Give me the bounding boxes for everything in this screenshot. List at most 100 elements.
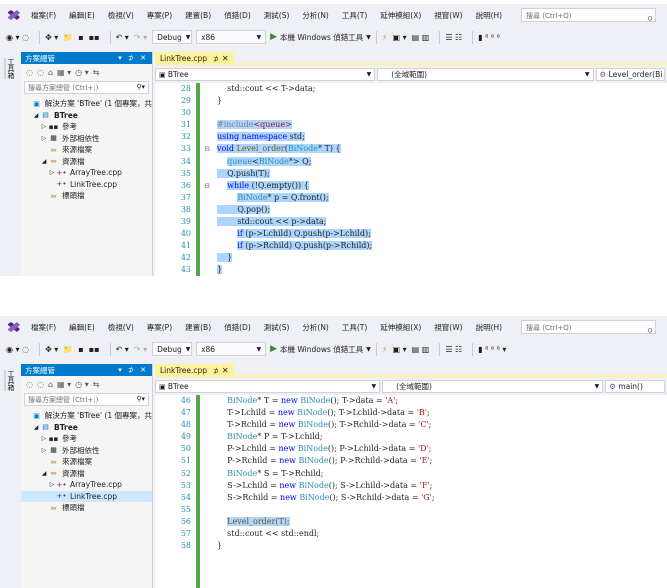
screenshot-icon[interactable]: ▣ ▾ bbox=[393, 345, 407, 354]
menu-item[interactable]: 編輯(E) bbox=[65, 322, 99, 333]
start-debugging-button[interactable]: ▶ 本機 Windows 偵錯工具 ▼ bbox=[270, 32, 371, 43]
member-dropdown[interactable]: ⚙ main() bbox=[605, 380, 665, 393]
tree-item[interactable]: +• LinkTree.cpp bbox=[21, 490, 152, 502]
close-icon[interactable]: ✕ bbox=[222, 54, 229, 63]
menu-item[interactable]: 專案(P) bbox=[143, 10, 176, 21]
save-icon[interactable]: ▪ bbox=[78, 33, 83, 42]
back-icon[interactable]: ◌ bbox=[26, 68, 33, 77]
menu-item[interactable]: 建置(B) bbox=[181, 10, 215, 21]
save-icon[interactable]: ▪ bbox=[78, 345, 83, 354]
home-icon[interactable]: ⌂ bbox=[48, 380, 53, 389]
layout-icon[interactable]: ▤ ▥ bbox=[412, 33, 430, 42]
menu-item[interactable]: 分析(N) bbox=[298, 322, 332, 333]
tree-item[interactable]: ◢ ▬ 資源檔 bbox=[21, 156, 152, 168]
new-project-icon[interactable]: ✥ ▾ bbox=[45, 33, 58, 42]
panel-controls[interactable]: ▾ ⊅ ✕ bbox=[118, 54, 148, 62]
tree-item[interactable]: ▷ +• ArrayTree.cpp bbox=[21, 479, 152, 491]
menu-item[interactable]: 工具(T) bbox=[338, 322, 371, 333]
new-project-icon[interactable]: ✥ ▾ bbox=[45, 345, 58, 354]
screenshot-icon[interactable]: ▣ ▾ bbox=[393, 33, 407, 42]
save-all-icon[interactable]: ▪▪ bbox=[89, 33, 100, 42]
tree-item[interactable]: +• LinkTree.cpp bbox=[21, 179, 152, 191]
redo-icon[interactable]: ↷ ▾ bbox=[134, 33, 147, 42]
switch-views-icon[interactable]: ▦ ▾ bbox=[57, 68, 71, 77]
navigate-back-icon[interactable]: ◉ ▾ ◌ bbox=[6, 345, 29, 354]
menu-item[interactable]: 工具(T) bbox=[338, 10, 371, 21]
collapsed-arrow-icon[interactable]: ▷ bbox=[40, 123, 48, 130]
sync-icon[interactable]: ⇆ bbox=[93, 380, 100, 389]
pending-changes-icon[interactable]: ◷ ▾ bbox=[75, 380, 89, 389]
menu-item[interactable]: 分析(N) bbox=[298, 10, 332, 21]
collapsed-arrow-icon[interactable]: ▷ bbox=[40, 435, 48, 442]
tree-item[interactable]: ▷ ▦ 外部相依性 bbox=[21, 133, 152, 145]
comment-icon[interactable]: ☰ ☷ bbox=[445, 345, 462, 354]
menu-item[interactable]: 視窗(W) bbox=[430, 10, 466, 21]
tree-item[interactable]: ◢ ▤ BTree bbox=[21, 110, 152, 122]
menu-item[interactable]: 延伸模組(X) bbox=[376, 322, 425, 333]
menu-item[interactable]: 檢視(V) bbox=[104, 322, 138, 333]
pin-icon[interactable]: ⊅ bbox=[213, 55, 219, 63]
tree-item[interactable]: ◢ ▤ BTree bbox=[21, 422, 152, 434]
code-editor[interactable]: 2829303132333435363738394041424344 ⊟⊟ st… bbox=[155, 83, 667, 276]
code-editor[interactable]: 46 47 48 49 50 51 52 53 54 55 56 57 58 BiNode* T = n… bbox=[155, 395, 667, 588]
configuration-dropdown[interactable]: Debug ▼ bbox=[152, 342, 193, 356]
tree-item[interactable]: ▬ 來源檔案 bbox=[21, 144, 152, 156]
tree-item[interactable]: ▷ ▪▪ 參考 bbox=[21, 433, 152, 445]
tab-linktree-cpp[interactable]: LinkTree.cpp ⊅ ✕ bbox=[155, 52, 234, 65]
collapsed-arrow-icon[interactable]: ▷ bbox=[48, 169, 56, 176]
close-icon[interactable]: ✕ bbox=[222, 366, 229, 375]
pending-changes-icon[interactable]: ◷ ▾ bbox=[75, 68, 89, 77]
tree-item[interactable]: ▷ +• ArrayTree.cpp bbox=[21, 167, 152, 179]
project-dropdown[interactable]: ▣ BTree ▼ bbox=[155, 380, 381, 393]
open-file-icon[interactable]: 📁 bbox=[63, 33, 73, 42]
tree-item[interactable]: ▷ ▪▪ 參考 bbox=[21, 121, 152, 133]
switch-views-icon[interactable]: ▦ ▾ bbox=[57, 380, 71, 389]
undo-icon[interactable]: ↶ ▾ bbox=[116, 33, 129, 42]
tree-item[interactable]: ▣ 解決方案 'BTree' (1 個專案，共 bbox=[21, 98, 152, 110]
project-dropdown[interactable]: ▣ BTree ▼ bbox=[155, 68, 376, 81]
forward-icon[interactable]: ◌ bbox=[37, 68, 44, 77]
expanded-arrow-icon[interactable]: ◢ bbox=[40, 470, 48, 477]
quick-launch-search-input[interactable]: 搜尋 (Ctrl+Q) ⚲ bbox=[521, 320, 656, 334]
menu-item[interactable]: 偵錯(D) bbox=[220, 10, 255, 21]
home-icon[interactable]: ⌂ bbox=[48, 68, 53, 77]
menu-item[interactable]: 檢視(V) bbox=[104, 10, 138, 21]
open-file-icon[interactable]: 📁 bbox=[63, 345, 73, 354]
platform-dropdown[interactable]: x86 ▼ bbox=[196, 342, 267, 356]
pin-icon[interactable]: ⊅ bbox=[213, 367, 219, 375]
menu-item[interactable]: 檔案(F) bbox=[27, 10, 60, 21]
menu-item[interactable]: 測試(S) bbox=[260, 10, 294, 21]
expanded-arrow-icon[interactable]: ◢ bbox=[40, 158, 48, 165]
scope-dropdown[interactable]: (全域範圍) ▼ bbox=[382, 380, 604, 393]
layout-icon[interactable]: ▤ ▥ bbox=[412, 345, 430, 354]
solution-search-input[interactable]: 搜尋方案總管 (Ctrl+;) ⚲▾ bbox=[24, 81, 149, 94]
expanded-arrow-icon[interactable]: ◢ bbox=[32, 424, 40, 431]
menu-item[interactable]: 視窗(W) bbox=[430, 322, 466, 333]
tree-item[interactable]: ◢ ▬ 資源檔 bbox=[21, 468, 152, 480]
tree-item[interactable]: ▬ 來源檔案 bbox=[21, 456, 152, 468]
menu-item[interactable]: 說明(H) bbox=[472, 322, 507, 333]
panel-controls[interactable]: ▾ ⊅ ✕ bbox=[118, 366, 148, 374]
live-share-icon[interactable]: ⚡ bbox=[382, 345, 388, 354]
undo-icon[interactable]: ↶ ▾ bbox=[116, 345, 129, 354]
collapsed-arrow-icon[interactable]: ▷ bbox=[40, 447, 48, 454]
menu-item[interactable]: 建置(B) bbox=[181, 322, 215, 333]
live-share-icon[interactable]: ⚡ bbox=[382, 33, 388, 42]
toolbox-tab[interactable]: 工具箱 bbox=[4, 370, 16, 391]
forward-icon[interactable]: ◌ bbox=[37, 380, 44, 389]
redo-icon[interactable]: ↷ ▾ bbox=[134, 345, 147, 354]
collapsed-arrow-icon[interactable]: ▷ bbox=[40, 135, 48, 142]
platform-dropdown[interactable]: x86 ▼ bbox=[196, 30, 267, 44]
tab-linktree-cpp[interactable]: LinkTree.cpp ⊅ ✕ bbox=[155, 364, 234, 377]
navigate-back-icon[interactable]: ◉ ▾ ◌ bbox=[6, 33, 29, 42]
quick-launch-search-input[interactable]: 搜尋 (Ctrl+Q) ⚲ bbox=[521, 8, 656, 22]
scope-dropdown[interactable]: (全域範圍) ▼ bbox=[377, 68, 594, 81]
collapsed-arrow-icon[interactable]: ▷ bbox=[48, 481, 56, 488]
sync-icon[interactable]: ⇆ bbox=[93, 68, 100, 77]
menu-item[interactable]: 說明(H) bbox=[472, 10, 507, 21]
tree-item[interactable]: ▣ 解決方案 'BTree' (1 個專案，共 bbox=[21, 410, 152, 422]
tree-item[interactable]: ▷ ▦ 外部相依性 bbox=[21, 445, 152, 457]
start-debugging-button[interactable]: ▶ 本機 Windows 偵錯工具 ▼ bbox=[270, 344, 371, 355]
menu-item[interactable]: 專案(P) bbox=[143, 322, 176, 333]
member-dropdown[interactable]: ⚙ Level_order(Bi bbox=[595, 68, 665, 81]
